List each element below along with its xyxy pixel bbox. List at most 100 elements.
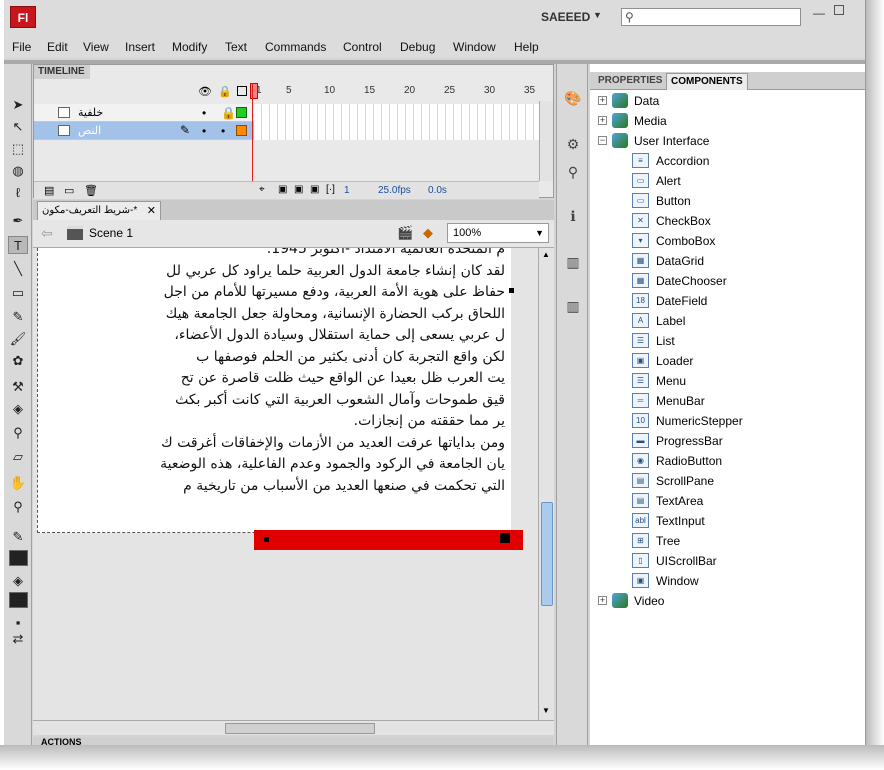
frame-rate[interactable]: 25.0fps xyxy=(378,185,411,196)
outline-icon[interactable] xyxy=(237,86,247,96)
eraser-tool-icon[interactable]: ▱ xyxy=(8,448,28,466)
library-icon[interactable]: ▥ xyxy=(562,252,584,272)
layer-outline-color[interactable] xyxy=(236,107,247,118)
shape-handle[interactable] xyxy=(500,533,510,543)
lock-icon[interactable]: 🔒 xyxy=(218,85,232,98)
edit-scene-icon[interactable]: 🎬 xyxy=(397,225,413,241)
3d-rotation-tool-icon[interactable]: ◍ xyxy=(8,162,28,180)
expand-icon[interactable]: + xyxy=(598,596,607,605)
menu-text[interactable]: Text xyxy=(225,40,247,54)
component-item[interactable]: ▤ ScrollPane xyxy=(632,471,852,491)
eyedropper-tool-icon[interactable]: ⚲ xyxy=(8,424,28,442)
rtl-text-field[interactable]: م المتحدة العالمية الامتداد -اكتوبر 1945… xyxy=(37,248,511,533)
subselection-tool-icon[interactable]: ↖ xyxy=(8,118,28,136)
info-icon[interactable]: ℹ xyxy=(562,206,584,226)
text-field-handle[interactable] xyxy=(509,288,514,293)
workspace-switcher[interactable]: SAEEED xyxy=(541,10,590,24)
menu-insert[interactable]: Insert xyxy=(125,40,155,54)
component-item[interactable]: ▦ DateChooser xyxy=(632,271,852,291)
scrollbar-thumb[interactable] xyxy=(541,502,553,606)
pen-tool-icon[interactable]: ✒ xyxy=(8,212,28,230)
rectangle-tool-icon[interactable]: ▭ xyxy=(8,284,28,302)
new-folder-icon[interactable]: ▭ xyxy=(64,184,74,197)
scene-name[interactable]: Scene 1 xyxy=(89,226,133,240)
lasso-tool-icon[interactable]: ℓ xyxy=(8,184,28,202)
zoom-tool-icon[interactable]: ⚲ xyxy=(8,498,28,516)
close-icon[interactable]: ✕ xyxy=(147,202,156,220)
shape-handle[interactable] xyxy=(264,537,269,542)
component-item[interactable]: ▣ Loader xyxy=(632,351,852,371)
scrollbar-thumb[interactable] xyxy=(225,723,375,734)
color-palette-icon[interactable]: 🎨 xyxy=(562,88,584,108)
hand-tool-icon[interactable]: ✋ xyxy=(8,474,28,492)
motion-presets-icon[interactable]: ▥ xyxy=(562,296,584,316)
fill-color-swatch[interactable] xyxy=(9,592,28,608)
actions-panel-tab[interactable]: ACTIONS xyxy=(33,737,554,745)
fill-color-icon[interactable]: ◈ xyxy=(8,572,28,590)
visibility-dot[interactable]: • xyxy=(202,124,206,138)
collapse-icon[interactable]: − xyxy=(598,136,607,145)
component-item[interactable]: ⊞ Tree xyxy=(632,531,852,551)
timeline-scrollbar[interactable] xyxy=(539,101,553,181)
stroke-color-icon[interactable]: ✎ xyxy=(8,528,28,546)
chevron-down-icon[interactable]: ▼ xyxy=(593,10,602,20)
edit-multiple-icon[interactable]: ▣ xyxy=(310,184,319,195)
back-arrow-icon[interactable]: ⇦ xyxy=(41,225,53,242)
component-item[interactable]: ▦ DataGrid xyxy=(632,251,852,271)
layer-outline-color[interactable] xyxy=(236,125,247,136)
component-item[interactable]: ✕ CheckBox xyxy=(632,211,852,231)
component-item[interactable]: ☰ Menu xyxy=(632,371,852,391)
delete-layer-icon[interactable]: 🗑 xyxy=(84,184,98,197)
lock-dot[interactable]: 🔒 xyxy=(221,106,236,120)
menu-commands[interactable]: Commands xyxy=(265,40,326,54)
component-item[interactable]: 10 NumericStepper xyxy=(632,411,852,431)
selection-tool-icon[interactable]: ➤ xyxy=(8,96,28,114)
component-item[interactable]: ◉ RadioButton xyxy=(632,451,852,471)
transform-icon[interactable]: ⚲ xyxy=(562,162,584,182)
menu-file[interactable]: File xyxy=(12,40,31,54)
maximize-icon[interactable] xyxy=(834,5,844,15)
layer-row-selected[interactable]: النص ✎ • • xyxy=(34,122,539,140)
component-item[interactable]: ▭ Alert xyxy=(632,171,852,191)
tree-folder-video[interactable]: + Video xyxy=(598,591,798,611)
tree-folder-data[interactable]: + Data xyxy=(598,91,798,111)
component-item[interactable]: A Label xyxy=(632,311,852,331)
stage-horizontal-scrollbar[interactable] xyxy=(33,720,554,735)
red-bar-shape[interactable] xyxy=(254,530,523,550)
center-frame-icon[interactable]: ⌖ xyxy=(259,184,265,195)
paint-bucket-tool-icon[interactable]: ◈ xyxy=(8,400,28,418)
frame-strip[interactable] xyxy=(254,122,539,140)
component-item[interactable]: ═ MenuBar xyxy=(632,391,852,411)
scroll-up-icon[interactable]: ▲ xyxy=(542,250,550,259)
component-item[interactable]: ▾ ComboBox xyxy=(632,231,852,251)
layer-row[interactable]: خلفية • 🔒 xyxy=(34,104,539,122)
menu-window[interactable]: Window xyxy=(453,40,496,54)
menu-control[interactable]: Control xyxy=(343,40,382,54)
stage[interactable]: م المتحدة العالمية الامتداد -اكتوبر 1945… xyxy=(33,248,538,720)
menu-edit[interactable]: Edit xyxy=(47,40,68,54)
pencil-tool-icon[interactable]: ✎ xyxy=(8,308,28,326)
onion-skin-icon[interactable]: ▣ xyxy=(278,184,287,195)
menu-help[interactable]: Help xyxy=(514,40,539,54)
eye-icon[interactable]: 👁 xyxy=(198,85,212,98)
component-item[interactable]: ▯ UIScrollBar xyxy=(632,551,852,571)
chevron-down-icon[interactable]: ▼ xyxy=(535,224,544,242)
component-item[interactable]: abl TextInput xyxy=(632,511,852,531)
brush-tool-icon[interactable]: 🖌 xyxy=(8,330,28,348)
lock-dot[interactable]: • xyxy=(221,124,225,138)
edit-symbols-icon[interactable]: ◆ xyxy=(423,225,433,241)
tree-folder-user-interface[interactable]: − User Interface xyxy=(598,131,798,151)
swap-colors-icon[interactable]: ⇄ xyxy=(8,630,28,648)
menu-view[interactable]: View xyxy=(83,40,109,54)
component-item[interactable]: ▭ Button xyxy=(632,191,852,211)
tab-components[interactable]: COMPONENTS xyxy=(666,73,748,90)
component-item[interactable]: ▬ ProgressBar xyxy=(632,431,852,451)
expand-icon[interactable]: + xyxy=(598,96,607,105)
onion-markers-icon[interactable]: [·] xyxy=(326,184,335,195)
tree-folder-media[interactable]: + Media xyxy=(598,111,798,131)
line-tool-icon[interactable]: ╲ xyxy=(8,260,28,278)
menu-debug[interactable]: Debug xyxy=(400,40,435,54)
current-frame[interactable]: 1 xyxy=(344,185,350,196)
component-item[interactable]: ≡ Accordion xyxy=(632,151,852,171)
free-transform-tool-icon[interactable]: ⬚ xyxy=(8,140,28,158)
